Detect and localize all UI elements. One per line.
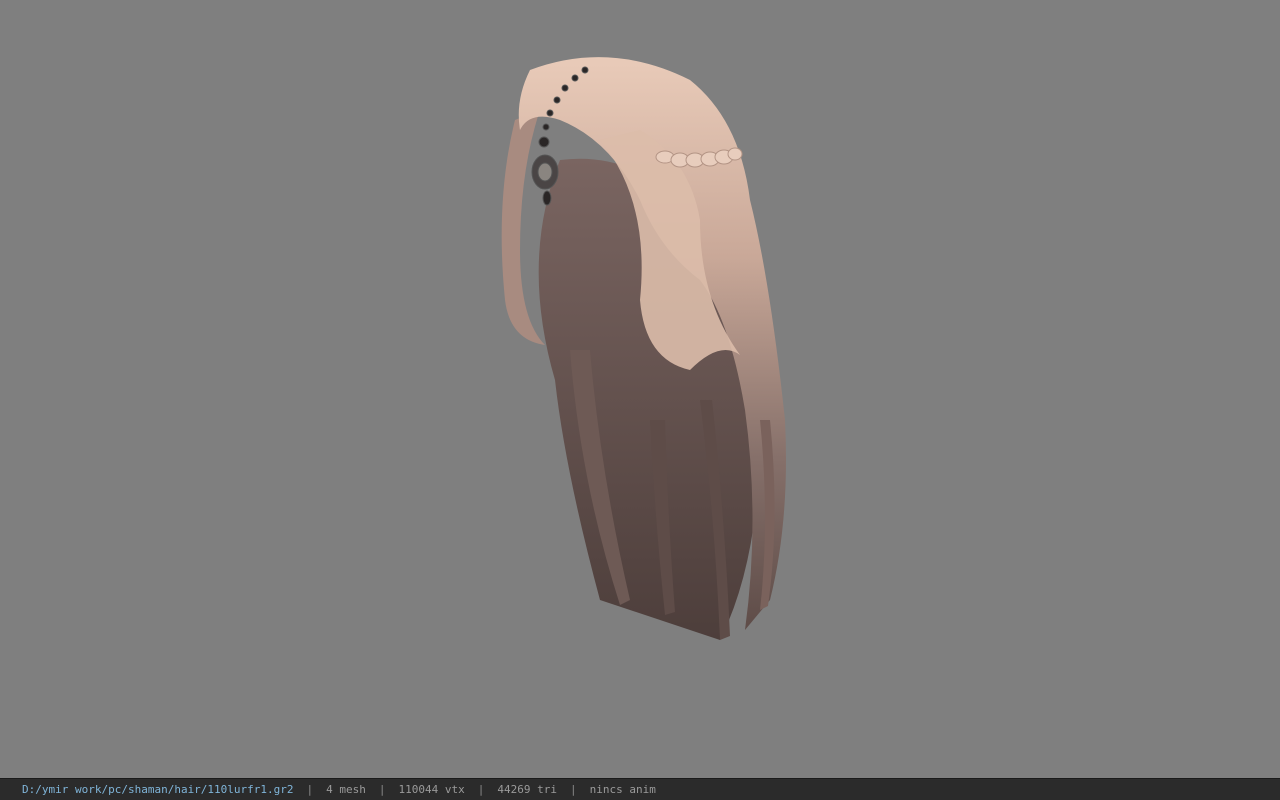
3d-viewport[interactable] (0, 0, 1280, 778)
separator: | (570, 783, 577, 796)
vertex-count: 110044 vtx (398, 783, 465, 796)
hair-model (501, 57, 786, 640)
file-path: D:/ymir work/pc/shaman/hair/110lurfr1.gr… (22, 783, 294, 796)
separator: | (378, 783, 386, 796)
mesh-count: 4 mesh (326, 783, 366, 796)
triangle-count: 44269 tri (497, 783, 557, 796)
separator: | (477, 783, 485, 796)
separator: | (306, 783, 314, 796)
animation-status: nincs anim (589, 783, 656, 796)
status-bar: D:/ymir work/pc/shaman/hair/110lurfr1.gr… (0, 778, 1280, 800)
